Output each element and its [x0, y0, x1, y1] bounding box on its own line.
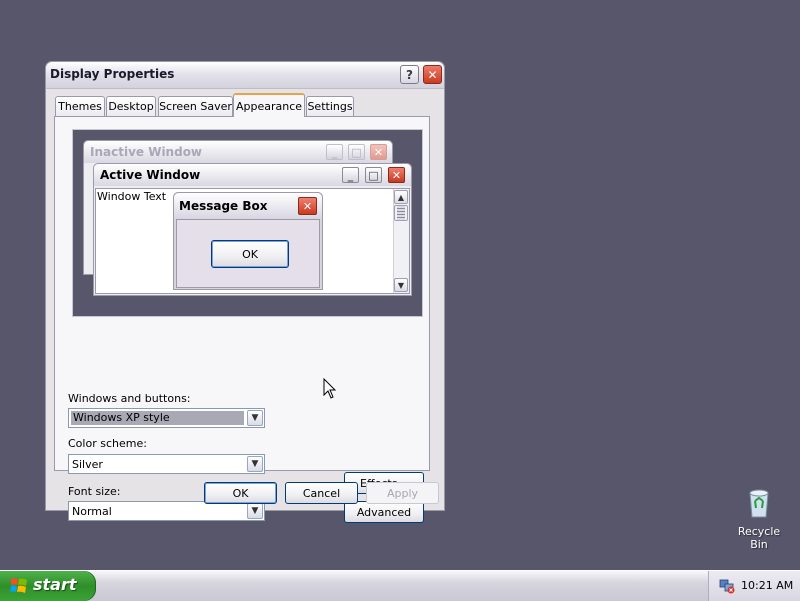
recycle-bin[interactable]: Recycle Bin	[728, 487, 790, 551]
active-window-title: Active Window	[100, 168, 201, 182]
recycle-bin-label: Recycle Bin	[737, 525, 781, 551]
dialog-titlebar[interactable]: Display Properties ? ✕	[46, 62, 444, 89]
chevron-down-icon[interactable]: ▼	[247, 410, 263, 426]
recycle-bin-icon	[749, 489, 769, 518]
windows-buttons-value: Windows XP style	[71, 411, 244, 425]
close-button[interactable]: ✕	[423, 65, 442, 84]
close-icon: ✕	[388, 167, 405, 183]
scroll-thumb	[394, 205, 408, 221]
advanced-button[interactable]: Advanced	[344, 501, 424, 523]
windows-logo-icon	[10, 578, 27, 593]
tab-screen-saver[interactable]: Screen Saver	[158, 96, 233, 116]
close-icon: ✕	[427, 67, 438, 82]
cancel-button[interactable]: Cancel	[285, 482, 358, 504]
font-size-select[interactable]: Normal ▼	[68, 501, 265, 521]
minimize-icon: _	[326, 144, 343, 160]
tab-desktop[interactable]: Desktop	[106, 96, 156, 116]
taskbar: start 10:21 AM	[0, 570, 800, 601]
scroll-down-icon: ▼	[394, 278, 408, 292]
minimize-icon: _	[342, 167, 359, 183]
appearance-panel: Inactive Window _ □ ✕ Active Window _ □ …	[54, 116, 430, 523]
color-scheme-label: Color scheme:	[68, 437, 147, 450]
scroll-up-icon: ▲	[394, 190, 408, 204]
appearance-preview[interactable]: Inactive Window _ □ ✕ Active Window _ □ …	[72, 129, 423, 317]
color-scheme-value: Silver	[72, 458, 103, 471]
start-button[interactable]: start	[0, 571, 96, 601]
dialog-title: Display Properties	[50, 67, 175, 81]
network-warning-icon[interactable]	[719, 578, 735, 594]
apply-button[interactable]: Apply	[366, 482, 439, 504]
display-properties-dialog: Display Properties ? ✕ Themes Desktop Sc…	[45, 61, 445, 523]
system-tray: 10:21 AM	[708, 571, 800, 601]
chevron-down-icon[interactable]: ▼	[247, 503, 263, 519]
start-label: start	[33, 575, 77, 594]
mouse-cursor-icon	[323, 378, 337, 399]
preview-ok-button: OK	[211, 240, 289, 268]
font-size-label: Font size:	[68, 485, 121, 498]
tab-appearance[interactable]: Appearance	[233, 93, 305, 117]
clock[interactable]: 10:21 AM	[741, 579, 793, 592]
color-scheme-select[interactable]: Silver ▼	[68, 454, 265, 474]
maximize-icon: □	[365, 167, 382, 183]
close-icon: ✕	[370, 144, 387, 160]
windows-buttons-select[interactable]: Windows XP style ▼	[68, 408, 265, 428]
help-button[interactable]: ?	[400, 65, 419, 84]
message-box-title: Message Box	[179, 199, 268, 213]
maximize-icon: □	[348, 144, 365, 160]
preview-message-box: Message Box ✕ OK	[173, 192, 323, 290]
windows-buttons-label: Windows and buttons:	[68, 392, 191, 405]
font-size-value: Normal	[72, 505, 112, 518]
inactive-window-title: Inactive Window	[90, 145, 203, 159]
help-icon: ?	[406, 67, 413, 82]
window-text: Window Text	[97, 190, 167, 203]
ok-button[interactable]: OK	[204, 482, 277, 504]
close-icon: ✕	[298, 197, 317, 215]
tab-themes[interactable]: Themes	[55, 96, 105, 116]
preview-scrollbar: ▲ ▼	[393, 189, 409, 293]
tab-settings[interactable]: Settings	[306, 96, 354, 116]
chevron-down-icon[interactable]: ▼	[247, 456, 263, 472]
